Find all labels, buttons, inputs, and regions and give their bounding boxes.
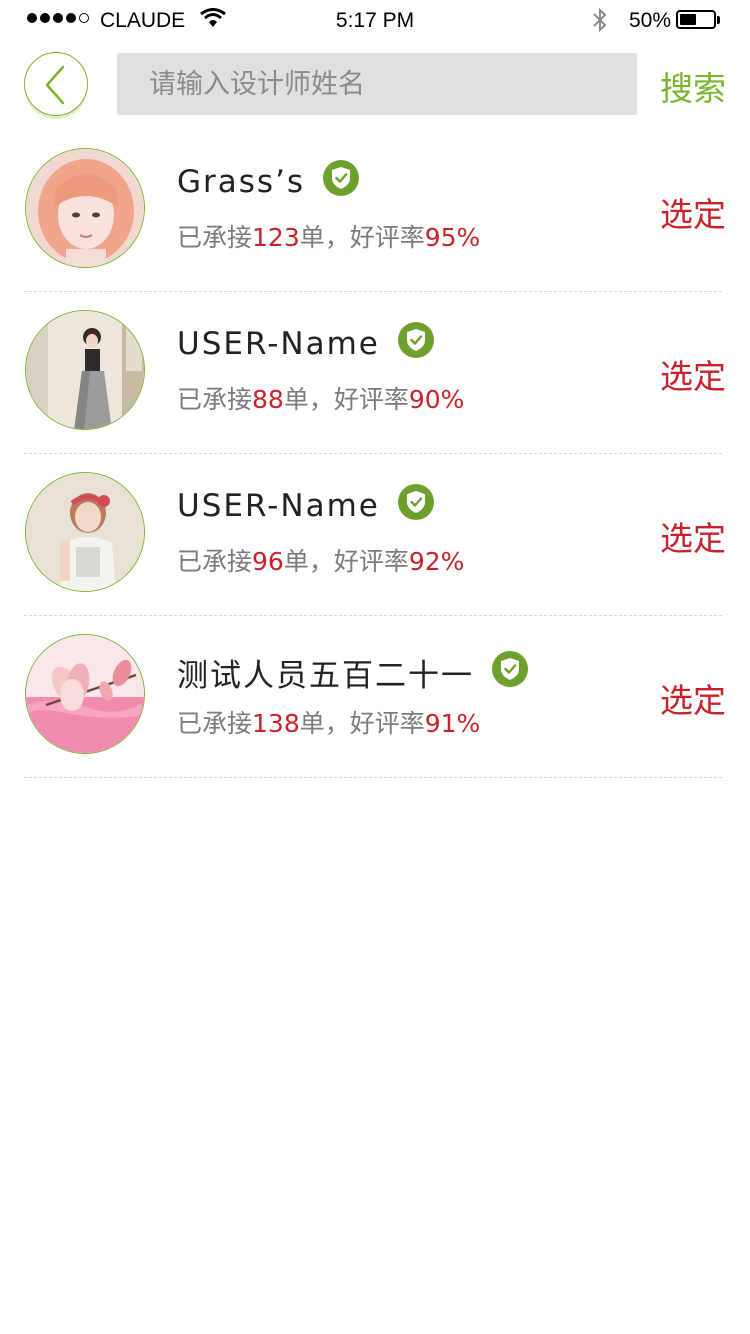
select-button[interactable]: 选定	[660, 512, 726, 560]
search-input[interactable]	[117, 53, 637, 115]
select-button[interactable]: 选定	[660, 350, 726, 398]
designer-stats: 已承接123单，好评率95%	[177, 223, 481, 252]
designer-name: USER-Name	[177, 488, 380, 524]
rating-value: 92%	[408, 547, 465, 576]
back-button[interactable]	[24, 52, 88, 116]
order-count: 88	[252, 385, 284, 414]
designer-name: 测试人员五百二十一	[177, 658, 474, 694]
rating-value: 90%	[408, 385, 465, 414]
shield-check-icon	[323, 160, 360, 196]
list-item[interactable]: Grass’s 已承接123单，好评率95% 选定	[0, 130, 750, 292]
designer-name: Grass’s	[177, 164, 306, 200]
avatar	[25, 472, 145, 592]
order-count: 123	[252, 223, 300, 252]
rating-value: 95%	[424, 223, 481, 252]
select-button[interactable]: 选定	[660, 188, 726, 236]
battery-percent: 50%	[629, 9, 672, 32]
order-count: 96	[252, 547, 284, 576]
avatar	[25, 148, 145, 268]
designer-stats: 已承接88单，好评率90%	[177, 385, 465, 414]
search-button[interactable]: 搜索	[660, 62, 726, 110]
shield-check-icon	[397, 322, 434, 358]
list-item[interactable]: USER-Name 已承接96单，好评率92% 选定	[0, 454, 750, 616]
designer-stats: 已承接96单，好评率92%	[177, 547, 465, 576]
chevron-left-icon	[45, 65, 65, 105]
divider	[24, 777, 722, 778]
designer-name: USER-Name	[177, 326, 380, 362]
avatar	[25, 634, 145, 754]
designer-stats: 已承接138单，好评率91%	[177, 709, 481, 738]
shield-check-icon	[492, 650, 528, 687]
select-button[interactable]: 选定	[660, 674, 726, 722]
shield-check-icon	[397, 484, 434, 520]
list-item[interactable]: USER-Name 已承接88单，好评率90% 选定	[0, 292, 750, 454]
list-item[interactable]: 测试人员五百二十一 已承接138单，好评率91% 选定	[0, 616, 750, 778]
avatar	[25, 310, 145, 430]
status-bar: CLAUDE 5:17 PM 50%	[0, 0, 750, 40]
rating-value: 91%	[424, 709, 481, 738]
battery-icon	[676, 10, 720, 29]
bluetooth-icon	[591, 7, 609, 39]
order-count: 138	[252, 709, 300, 738]
